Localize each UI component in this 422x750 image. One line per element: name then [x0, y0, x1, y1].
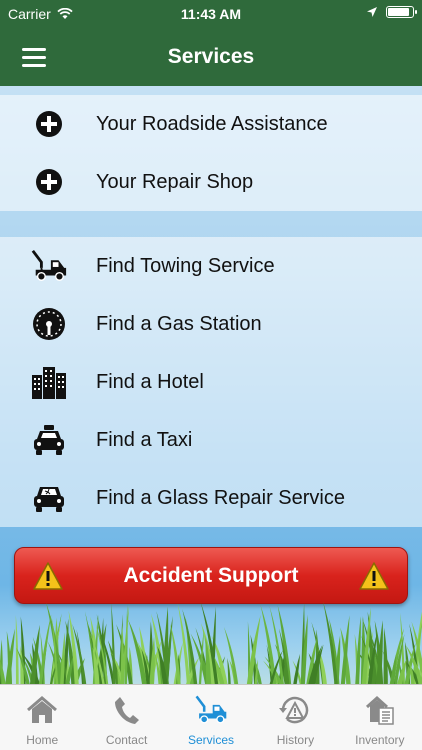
tab-home[interactable]: Home — [0, 685, 84, 750]
accident-support-label: Accident Support — [123, 564, 299, 587]
tab-inventory[interactable]: Inventory — [338, 685, 422, 750]
tab-bar: Home Contact Services History Inventory — [0, 684, 422, 750]
list-item-roadside-assistance[interactable]: Your Roadside Assistance — [0, 95, 422, 153]
fuel-gauge-icon — [30, 305, 68, 343]
personal-services-group: Your Roadside Assistance Your Repair Sho… — [0, 95, 422, 211]
list-item-label: Find a Hotel — [96, 370, 204, 393]
list-item-label: Find a Gas Station — [96, 312, 262, 335]
tab-label: Services — [188, 733, 235, 747]
status-bar: Carrier 11:43 AM — [0, 0, 422, 30]
list-item-label: Find a Glass Repair Service — [96, 486, 345, 509]
plus-circle-icon — [30, 105, 68, 143]
taxi-icon — [30, 421, 68, 459]
tab-services[interactable]: Services — [169, 685, 253, 750]
list-item-glass-repair[interactable]: Find a Glass Repair Service — [0, 469, 422, 527]
tab-label: Contact — [105, 733, 148, 747]
tow-truck-icon — [194, 693, 228, 727]
navigation-bar: Services — [0, 30, 422, 86]
tab-label: History — [276, 733, 315, 747]
list-item-hotel[interactable]: Find a Hotel — [0, 353, 422, 411]
history-warning-icon — [278, 693, 312, 727]
battery-icon — [386, 6, 417, 18]
tab-contact[interactable]: Contact — [84, 685, 168, 750]
location-arrow-icon — [367, 7, 377, 17]
list-item-gas-station[interactable]: Find a Gas Station — [0, 295, 422, 353]
tab-label: Inventory — [355, 733, 405, 747]
grass-blade — [38, 614, 52, 686]
car-glass-icon — [30, 479, 68, 517]
page-title: Services — [167, 45, 255, 68]
inventory-icon — [363, 693, 397, 727]
list-item-taxi[interactable]: Find a Taxi — [0, 411, 422, 469]
grass-blade — [292, 654, 301, 686]
tab-label: Home — [26, 733, 59, 747]
list-item-label: Find Towing Service — [96, 254, 275, 277]
find-services-group: Find Towing Service Find a Gas Station F… — [0, 237, 422, 527]
home-icon — [25, 693, 59, 727]
list-item-label: Your Roadside Assistance — [96, 112, 328, 135]
list-item-label: Find a Taxi — [96, 428, 193, 451]
list-item-repair-shop[interactable]: Your Repair Shop — [0, 153, 422, 211]
hotel-buildings-icon — [30, 363, 68, 401]
accident-support-button[interactable]: Accident Support — [14, 547, 408, 604]
tow-truck-icon — [30, 247, 68, 285]
grass-background — [0, 601, 422, 686]
grass-blade — [15, 614, 19, 686]
phone-icon — [110, 693, 144, 727]
list-item-towing[interactable]: Find Towing Service — [0, 237, 422, 295]
tab-history[interactable]: History — [253, 685, 337, 750]
status-time: 11:43 AM — [180, 6, 242, 22]
warning-triangle-icon — [359, 562, 389, 590]
list-item-label: Your Repair Shop — [96, 170, 254, 193]
plus-circle-icon — [30, 163, 68, 201]
